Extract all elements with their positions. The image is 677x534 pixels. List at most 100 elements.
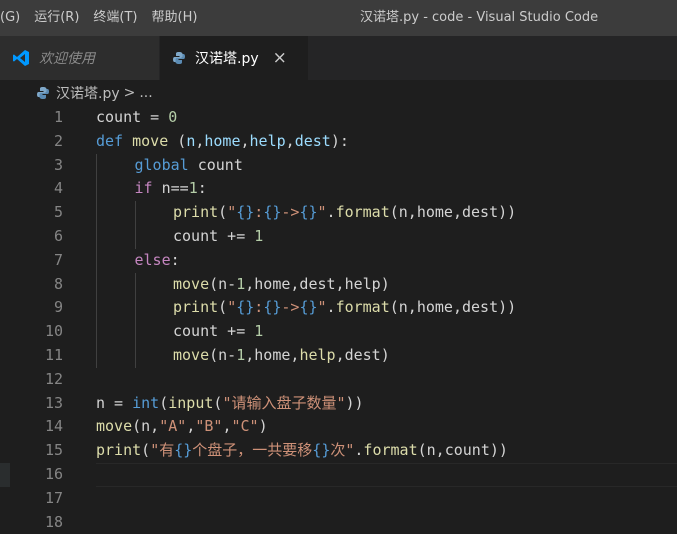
code-token: 0 [168,108,178,126]
code-token: , [240,131,250,150]
code-token: {} [299,298,318,317]
close-icon[interactable]: × [273,48,287,68]
code-text: move(n-1,home,dest,help) [173,273,390,297]
line-number: 14 [44,417,63,436]
code-text: move(n-1,home,help,dest) [173,344,390,368]
indent-guide [134,320,136,344]
code-line[interactable]: 11 move(n-1,home,help,dest) [0,343,677,368]
tab-welcome-label: 欢迎使用 [39,51,95,67]
code-token: {} [263,203,282,222]
code-token: " [227,203,237,222]
code-line[interactable]: 2 def move (n,home,help,dest): [0,130,677,154]
code-line[interactable]: 15 print("有{}个盘子，一共要移{}次".format(n,count)… [0,439,677,463]
line-number: 12 [44,369,63,388]
breadcrumb: 汉诺塔.py > ... [0,80,677,106]
code-text: if n==1: [135,177,207,201]
code-line[interactable]: 14 move(n,"A","B","C") [0,415,677,439]
code-token: : [170,250,180,269]
code-token: -> [281,203,300,222]
code-token: ( [218,298,228,317]
code-token: move [173,274,210,293]
code-text: count += 1 [173,225,263,249]
indent-guide [96,343,97,368]
code-text: def move (n,home,help,dest): [96,130,349,154]
tab-hanoi-py[interactable]: 汉诺塔.py × [160,36,308,80]
line-number: 8 [53,274,63,293]
line-number: 3 [53,155,63,174]
line-number: 17 [44,488,63,507]
code-token: , [285,131,295,150]
code-text: count = 0 [96,106,177,130]
code-token: dest [294,131,331,150]
code-line[interactable]: 16 [0,462,677,487]
code-token: "B" [195,417,223,436]
code-line[interactable]: 9 print("{}:{}->{}".format(n,home,dest)) [0,296,677,321]
indent-guide [134,272,136,297]
code-text: global count [135,154,243,178]
menu-run[interactable]: 运行(R) [27,0,86,36]
code-token: )) [345,393,364,412]
code-token: n = [96,393,133,412]
line-number: 4 [53,179,63,198]
code-token: 个盘子，一共要移 [192,441,313,460]
code-token: "A" [159,417,187,436]
code-line[interactable]: 8 move(n-1,home,dest,help) [0,272,677,297]
code-token: "请输入盘子数量" [222,393,346,412]
code-token: (n, [132,417,160,436]
code-token: "C" [231,417,259,436]
menu-go[interactable]: (G) [0,0,27,36]
code-token: " [317,298,327,317]
code-line[interactable]: 18 [0,511,677,534]
python-file-icon [172,51,186,65]
code-token: ( [159,393,169,412]
code-token: " [227,298,237,317]
menu-terminal[interactable]: 终端(T) [86,0,144,36]
code-token: def [96,131,124,150]
line-number: 9 [53,298,63,317]
code-token: (n,count)) [417,441,508,460]
menu-help[interactable]: 帮助(H) [145,0,205,36]
code-line[interactable]: 3 global count [0,153,677,178]
code-token: , [186,417,196,436]
code-token: {} [174,441,193,460]
code-line[interactable]: 5 print("{}:{}->{}".format(n,home,dest)) [0,201,677,225]
line-number: 16 [44,464,63,483]
code-line[interactable]: 10 count += 1 [0,320,677,344]
code-token: help [299,345,336,364]
indent-guide [96,224,97,249]
line-number: 6 [53,226,63,245]
code-token: (n,home,dest)) [389,298,517,317]
code-token: : [254,298,264,317]
code-token: global [134,155,189,174]
tab-bar: 欢迎使用 汉诺塔.py × [0,36,677,80]
code-token: home [204,131,241,150]
indent-guide [96,153,97,178]
code-token: 1 [236,345,246,364]
indent-guide [134,343,136,368]
code-text: n = int(input("请输入盘子数量")) [96,392,364,416]
code-token: ) [258,417,268,436]
code-line[interactable]: 12 [0,368,677,392]
code-editor[interactable]: 1 count = 0 2 def move (n,home,help,dest): 3… [0,106,677,534]
code-line[interactable]: 4 if n==1: [0,177,677,202]
indent-guide [96,272,97,297]
code-token: if [134,179,153,198]
code-line[interactable]: 6 count += 1 [0,224,677,249]
code-token: print [96,441,142,460]
code-token: 1 [188,179,198,198]
code-token: ,home, [245,345,300,364]
breadcrumb-symbol[interactable]: ... [139,85,152,101]
code-text: print("{}:{}->{}".format(n,home,dest)) [173,296,516,320]
code-line[interactable]: 1 count = 0 [0,106,677,130]
code-line[interactable]: 17 [0,487,677,511]
code-line[interactable]: 7 else: [0,248,677,273]
code-text: else: [135,249,180,273]
code-line[interactable]: 13 n = int(input("请输入盘子数量")) [0,392,677,416]
code-token: (n,home,dest)) [389,203,517,222]
line-number: 2 [53,131,63,150]
code-token: ): [330,131,349,150]
code-token: . [326,298,336,317]
breadcrumb-file[interactable]: 汉诺塔.py [56,83,120,103]
tab-welcome[interactable]: 欢迎使用 [0,36,160,80]
code-token: ,dest) [335,345,390,364]
